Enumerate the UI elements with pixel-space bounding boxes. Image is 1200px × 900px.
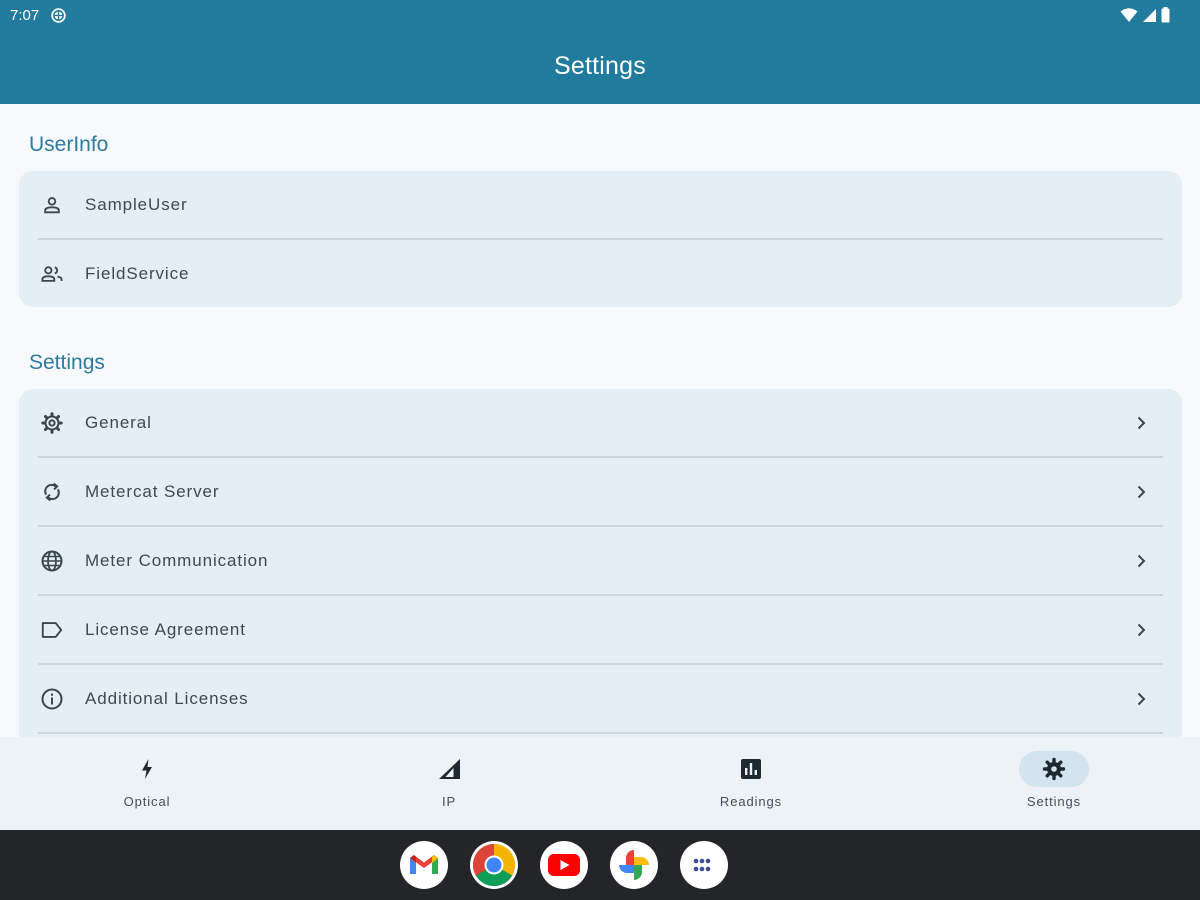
userinfo-row-group[interactable]: FieldService [19,240,1182,307]
settings-row-general[interactable]: General [19,389,1182,456]
username-label: SampleUser [85,194,188,214]
gear-icon [1042,757,1066,781]
gmail-icon[interactable] [400,841,448,889]
nav-label-settings: Settings [1026,794,1082,809]
app-drawer-icon[interactable] [680,841,728,889]
taskbar [0,830,1200,900]
group-icon [39,261,65,287]
additional-licenses-label: Additional Licenses [85,688,249,708]
wifi-icon [1120,8,1138,22]
bottom-navigation: Optical IP Readings Settings [0,737,1200,830]
system-icons [1120,7,1170,23]
settings-section-title: Settings [29,351,105,374]
nav-pill [716,751,786,787]
app-dock [400,841,728,889]
cell-signal-icon [1143,8,1156,22]
nav-pill [414,751,484,787]
person-icon [39,192,65,218]
divider [38,732,1163,734]
nav-label-readings: Readings [719,794,783,809]
nav-item-readings[interactable]: Readings [676,737,826,830]
license-agreement-label: License Agreement [85,619,246,639]
chevron-right-icon [1137,416,1146,429]
page-title: Settings [554,52,646,80]
settings-row-additional-licenses[interactable]: Additional Licenses [19,665,1182,732]
userinfo-row-user[interactable]: SampleUser [19,171,1182,238]
photos-icon[interactable] [610,841,658,889]
gear-icon [39,410,65,436]
chrome-icon[interactable] [470,841,518,889]
vpn-icon [51,8,66,23]
status-bar: 7:07 [0,0,1200,32]
nav-label-optical: Optical [123,794,171,809]
chevron-right-icon [1137,554,1146,567]
chevron-right-icon [1137,692,1146,705]
chevron-right-icon [1137,623,1146,636]
status-time: 7:07 [10,7,40,24]
nav-item-ip[interactable]: IP [374,737,524,830]
youtube-icon[interactable] [540,841,588,889]
settings-row-license-agreement[interactable]: License Agreement [19,596,1182,663]
chevron-right-icon [1137,485,1146,498]
userinfo-section-title: UserInfo [29,133,109,156]
sync-icon [39,479,65,505]
bar-chart-icon [741,759,761,779]
general-label: General [85,412,152,432]
settings-row-meter-communication[interactable]: Meter Communication [19,527,1182,594]
signal-icon [439,759,460,779]
label-icon [39,617,65,643]
nav-item-settings[interactable]: Settings [979,737,1129,830]
battery-icon [1161,7,1170,23]
globe-icon [39,548,65,574]
userinfo-card: SampleUser FieldService [19,171,1182,307]
app-bar: Settings [0,32,1200,104]
nav-pill-active [1019,751,1089,787]
info-icon [39,686,65,712]
meter-communication-label: Meter Communication [85,550,269,570]
metercat-server-label: Metercat Server [85,481,220,501]
nav-item-optical[interactable]: Optical [72,737,222,830]
nav-label-ip: IP [441,794,457,809]
user-group-label: FieldService [85,263,190,283]
bolt-icon [142,759,152,779]
nav-pill [112,751,182,787]
settings-card: General Metercat Server Meter Communicat… [19,389,1182,737]
settings-content[interactable]: UserInfo SampleUser FieldService Setting… [0,104,1200,737]
settings-row-metercat-server[interactable]: Metercat Server [19,458,1182,525]
